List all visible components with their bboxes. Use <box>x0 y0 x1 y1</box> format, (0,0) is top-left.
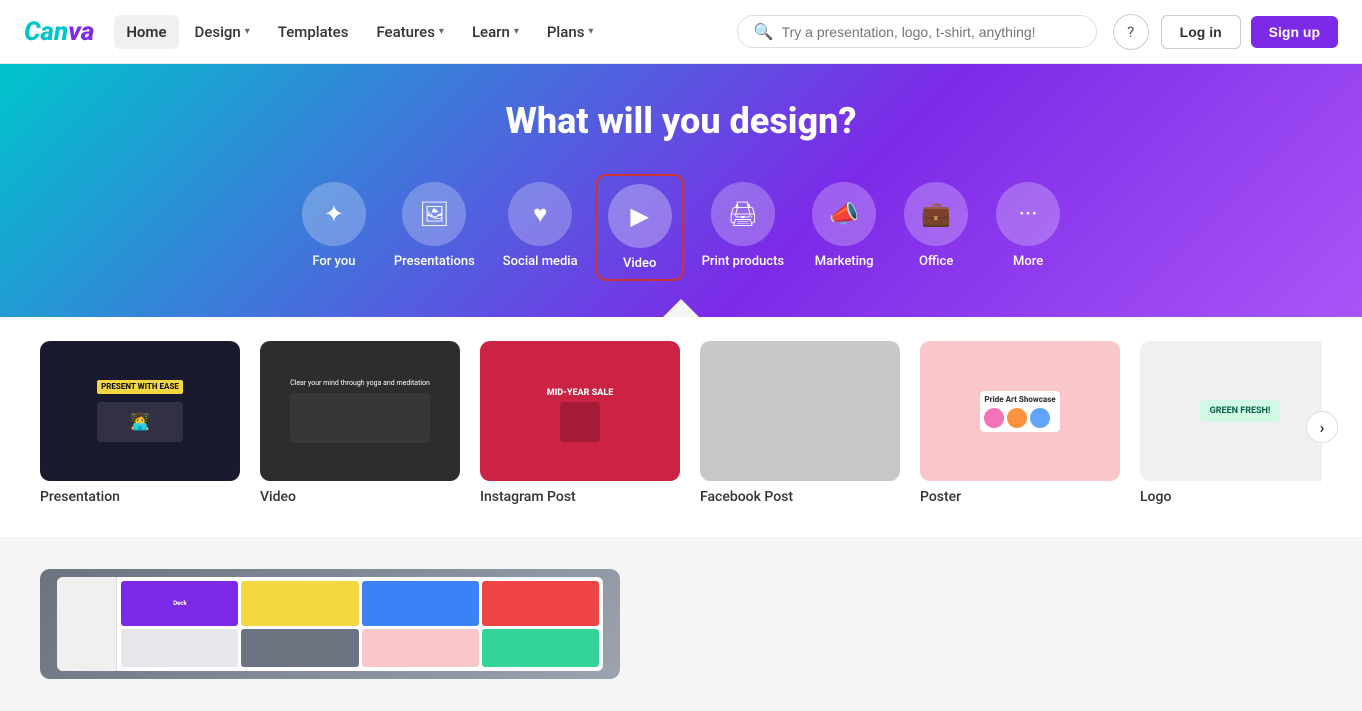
nav-learn-label: Learn <box>472 23 510 41</box>
nav-plans[interactable]: Plans ▾ <box>535 15 606 49</box>
design-type-label-video: Video <box>260 489 460 505</box>
nav-features[interactable]: Features ▾ <box>364 15 456 49</box>
design-row-wrap: PRESENT WITH EASE👩‍💻 Presentation Clear … <box>40 341 1322 513</box>
category-item-for-you[interactable]: ✦ For you <box>292 174 376 281</box>
design-type-card-logo[interactable]: GREEN FRESH! Logo <box>1140 341 1322 505</box>
category-icon-more: ··· <box>996 182 1060 246</box>
category-label-more: More <box>1013 254 1043 269</box>
nav-templates[interactable]: Templates <box>266 15 361 49</box>
hero-bottom-indicator <box>24 301 1338 317</box>
design-type-card-instagram-post[interactable]: MID-YEAR SALE Instagram Post <box>480 341 680 505</box>
category-item-social-media[interactable]: ♥ Social media <box>493 174 588 281</box>
category-icon-presentations: 🖼 <box>402 182 466 246</box>
help-icon: ? <box>1127 23 1134 41</box>
nav-learn[interactable]: Learn ▾ <box>460 15 531 49</box>
category-label-presentations: Presentations <box>394 254 475 269</box>
category-label-video: Video <box>623 256 656 271</box>
category-item-more[interactable]: ··· More <box>986 174 1070 281</box>
nav-design[interactable]: Design ▾ <box>183 15 262 49</box>
category-icon-video: ▶ <box>608 184 672 248</box>
category-item-presentations[interactable]: 🖼 Presentations <box>384 174 485 281</box>
search-bar[interactable]: 🔍 <box>737 15 1097 48</box>
design-type-label-presentation: Presentation <box>40 489 240 505</box>
design-type-card-presentation[interactable]: PRESENT WITH EASE👩‍💻 Presentation <box>40 341 240 505</box>
category-label-for-you: For you <box>312 254 355 269</box>
logo-text: Canva <box>24 17 94 47</box>
features-chevron-icon: ▾ <box>439 26 444 37</box>
design-chevron-icon: ▾ <box>245 26 250 37</box>
nav-home[interactable]: Home <box>114 15 178 49</box>
design-type-card-poster[interactable]: Pride Art Showcase Poster <box>920 341 1120 505</box>
plans-chevron-icon: ▾ <box>588 26 593 37</box>
nav-templates-label: Templates <box>278 23 349 41</box>
design-type-card-facebook-post[interactable]: Facebook Post <box>700 341 900 505</box>
bottom-section: Deck <box>0 537 1362 711</box>
category-icon-social-media: ♥ <box>508 182 572 246</box>
category-icon-office: 💼 <box>904 182 968 246</box>
scroll-next-button[interactable]: › <box>1306 411 1338 443</box>
signup-button[interactable]: Sign up <box>1251 16 1338 48</box>
nav-design-label: Design <box>195 23 241 41</box>
screen-preview: Deck <box>40 569 620 679</box>
design-type-thumb-video: Clear your mind through yoga and meditat… <box>260 341 460 481</box>
category-label-social-media: Social media <box>503 254 578 269</box>
design-type-thumb-poster: Pride Art Showcase <box>920 341 1120 481</box>
design-type-thumb-presentation: PRESENT WITH EASE👩‍💻 <box>40 341 240 481</box>
nav-links: Home Design ▾ Templates Features ▾ Learn… <box>114 15 605 49</box>
category-list: ✦ For you 🖼 Presentations ♥ Social media… <box>24 174 1338 301</box>
search-input[interactable] <box>782 24 1080 40</box>
category-icon-marketing: 📣 <box>812 182 876 246</box>
category-label-print-products: Print products <box>702 254 784 269</box>
design-type-label-poster: Poster <box>920 489 1120 505</box>
screen-preview-inner: Deck <box>40 569 620 679</box>
category-item-video[interactable]: ▶ Video <box>596 174 684 281</box>
category-icon-print-products: 🖨 <box>711 182 775 246</box>
design-type-thumb-instagram-post: MID-YEAR SALE <box>480 341 680 481</box>
navbar: Canva Home Design ▾ Templates Features ▾… <box>0 0 1362 64</box>
design-type-thumb-facebook-post <box>700 341 900 481</box>
learn-chevron-icon: ▾ <box>514 26 519 37</box>
search-icon: 🔍 <box>754 22 774 41</box>
category-item-marketing[interactable]: 📣 Marketing <box>802 174 886 281</box>
help-button[interactable]: ? <box>1113 14 1149 50</box>
category-item-print-products[interactable]: 🖨 Print products <box>692 174 794 281</box>
design-type-card-video[interactable]: Clear your mind through yoga and meditat… <box>260 341 460 505</box>
category-label-marketing: Marketing <box>815 254 874 269</box>
design-type-thumb-logo: GREEN FRESH! <box>1140 341 1322 481</box>
nav-plans-label: Plans <box>547 23 585 41</box>
design-type-label-logo: Logo <box>1140 489 1322 505</box>
category-item-office[interactable]: 💼 Office <box>894 174 978 281</box>
content-section: PRESENT WITH EASE👩‍💻 Presentation Clear … <box>0 317 1362 537</box>
login-button[interactable]: Log in <box>1161 15 1241 49</box>
category-icon-for-you: ✦ <box>302 182 366 246</box>
design-type-label-instagram-post: Instagram Post <box>480 489 680 505</box>
logo[interactable]: Canva <box>24 17 94 47</box>
design-types-grid: PRESENT WITH EASE👩‍💻 Presentation Clear … <box>40 341 1322 513</box>
hero-title: What will you design? <box>24 100 1338 142</box>
design-type-label-facebook-post: Facebook Post <box>700 489 900 505</box>
nav-features-label: Features <box>376 23 434 41</box>
hero-section: What will you design? ✦ For you 🖼 Presen… <box>0 64 1362 317</box>
nav-home-label: Home <box>126 23 166 41</box>
category-label-office: Office <box>919 254 953 269</box>
